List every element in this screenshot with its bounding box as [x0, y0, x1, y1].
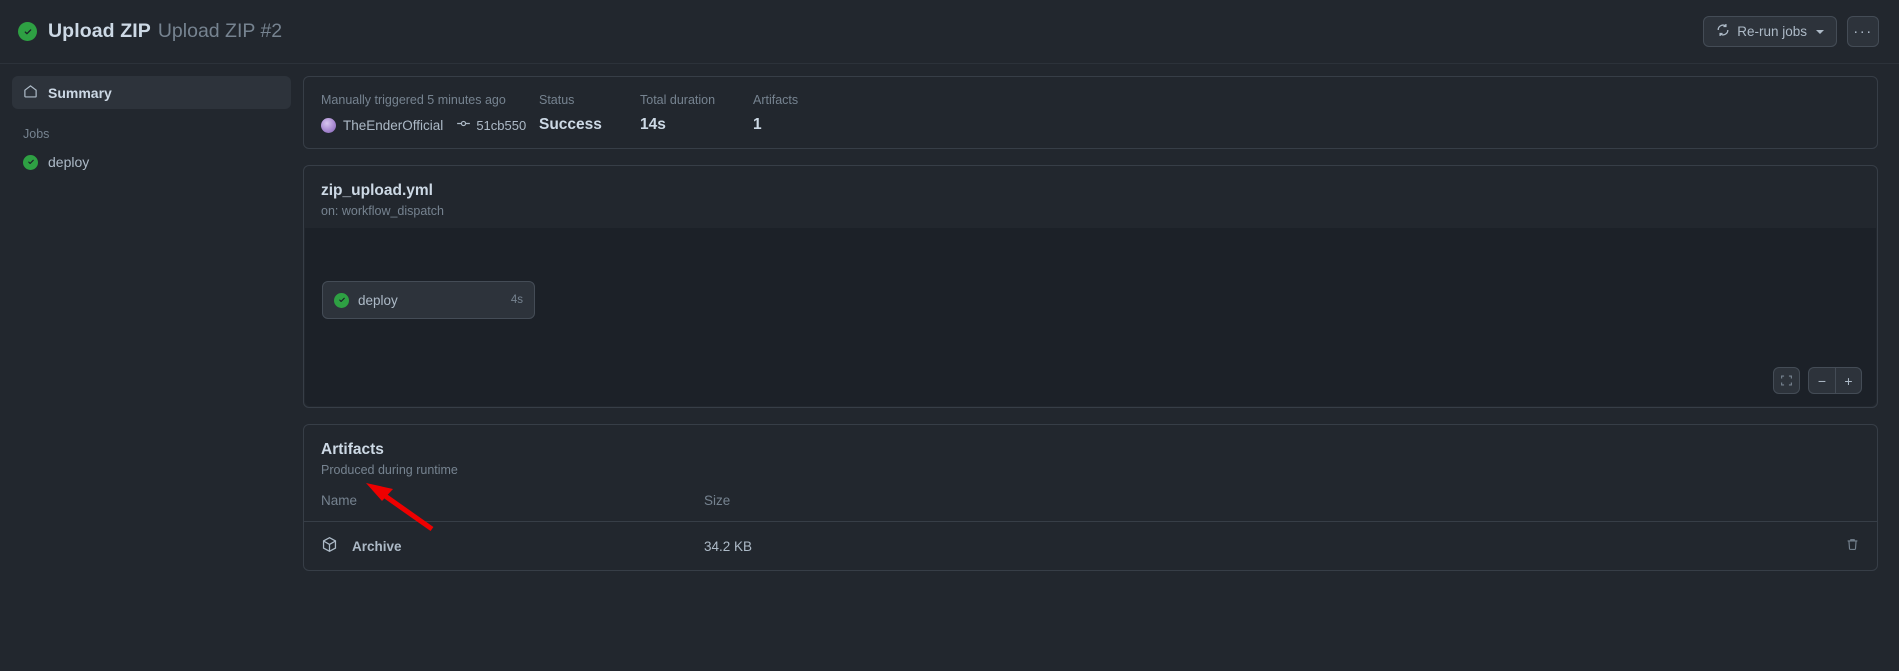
fullscreen-icon[interactable] [1773, 367, 1800, 394]
artifact-name[interactable]: Archive [352, 539, 402, 554]
more-options-button[interactable]: ··· [1847, 16, 1879, 47]
sync-icon [1716, 23, 1730, 40]
header-actions: Re-run jobs ··· [1703, 16, 1879, 47]
artifacts-count-value: 1 [753, 116, 762, 133]
page-header: Upload ZIP Upload ZIP #2 Re-run jobs ··· [0, 0, 1899, 64]
commit-icon [456, 116, 471, 134]
trash-icon[interactable] [1845, 537, 1860, 552]
run-title-group: Upload ZIP Upload ZIP #2 [18, 20, 282, 43]
graph-node-duration: 4s [510, 294, 523, 306]
workflow-graph-card: zip_upload.yml on: workflow_dispatch dep… [303, 165, 1878, 408]
zoom-in-button[interactable]: + [1835, 367, 1862, 394]
zoom-controls: − + [1808, 367, 1862, 394]
artifacts-header: Artifacts Produced during runtime [304, 425, 1877, 489]
sidebar-item-summary-label: Summary [48, 84, 112, 101]
artifacts-table: Name Size Archive 34.2 KB [304, 489, 1877, 570]
rerun-jobs-button[interactable]: Re-run jobs [1703, 16, 1837, 47]
check-circle-icon [334, 292, 349, 308]
status-label: Status [539, 93, 575, 107]
rerun-jobs-label: Re-run jobs [1737, 24, 1807, 39]
workflow-header: zip_upload.yml on: workflow_dispatch [304, 166, 1877, 228]
avatar [321, 117, 336, 133]
sidebar-item-deploy[interactable]: deploy [12, 147, 291, 177]
check-circle-icon [23, 154, 38, 170]
commit-sha: 51cb550 [476, 117, 527, 133]
workflow-name: Upload ZIP [48, 20, 151, 42]
trigger-label: Manually triggered 5 minutes ago [321, 93, 506, 107]
actor-name[interactable]: TheEnderOfficial [343, 118, 443, 133]
chevron-down-icon [1816, 29, 1824, 34]
table-header-row: Name Size [304, 489, 1877, 522]
graph-controls: − + [1773, 367, 1862, 394]
run-stats: Manually triggered 5 minutes ago TheEnde… [304, 77, 1877, 148]
workflow-file-name: zip_upload.yml [321, 182, 433, 199]
run-summary-card: Manually triggered 5 minutes ago TheEnde… [303, 76, 1878, 149]
column-header-size: Size [704, 489, 1004, 522]
workflow-trigger: on: workflow_dispatch [321, 204, 444, 218]
zoom-out-button[interactable]: − [1808, 367, 1835, 394]
artifact-name-cell: Archive [321, 536, 704, 556]
graph-node-label: deploy [358, 292, 398, 308]
table-row: Archive 34.2 KB [304, 522, 1877, 571]
artifacts-count-label: Artifacts [753, 93, 799, 107]
artifact-size: 34.2 KB [704, 538, 753, 554]
sidebar-item-deploy-label: deploy [48, 154, 90, 170]
sidebar-jobs-heading: Jobs [23, 127, 50, 141]
home-icon [23, 84, 38, 102]
stat-duration: Total duration 14s [640, 93, 753, 134]
column-header-name: Name [304, 489, 704, 522]
duration-value: 14s [640, 116, 666, 133]
workflow-graph-canvas[interactable]: deploy 4s − + [305, 228, 1876, 406]
stat-artifacts: Artifacts 1 [753, 93, 798, 134]
stat-trigger: Manually triggered 5 minutes ago TheEnde… [321, 93, 539, 134]
sidebar: Summary Jobs deploy [0, 64, 303, 670]
commit-ref[interactable]: 51cb550 [456, 116, 526, 134]
page-title: Upload ZIP Upload ZIP #2 [48, 20, 282, 43]
status-value: Success [539, 116, 602, 133]
graph-node-deploy[interactable]: deploy 4s [322, 281, 535, 319]
page-body: Summary Jobs deploy Manually triggered 5… [0, 64, 1899, 670]
duration-label: Total duration [640, 93, 716, 107]
main-content: Manually triggered 5 minutes ago TheEnde… [303, 64, 1899, 670]
artifacts-title: Artifacts [321, 441, 384, 458]
sidebar-item-summary[interactable]: Summary [12, 76, 291, 109]
artifacts-subtitle: Produced during runtime [321, 463, 458, 477]
column-header-actions [1004, 489, 1877, 522]
artifacts-card: Artifacts Produced during runtime Name S… [303, 424, 1878, 571]
check-circle-icon [18, 22, 37, 41]
actor-row: TheEnderOfficial 51cb550 [321, 116, 539, 134]
run-title: Upload ZIP #2 [157, 20, 283, 42]
stat-status: Status Success [539, 93, 640, 134]
package-icon [321, 536, 338, 556]
